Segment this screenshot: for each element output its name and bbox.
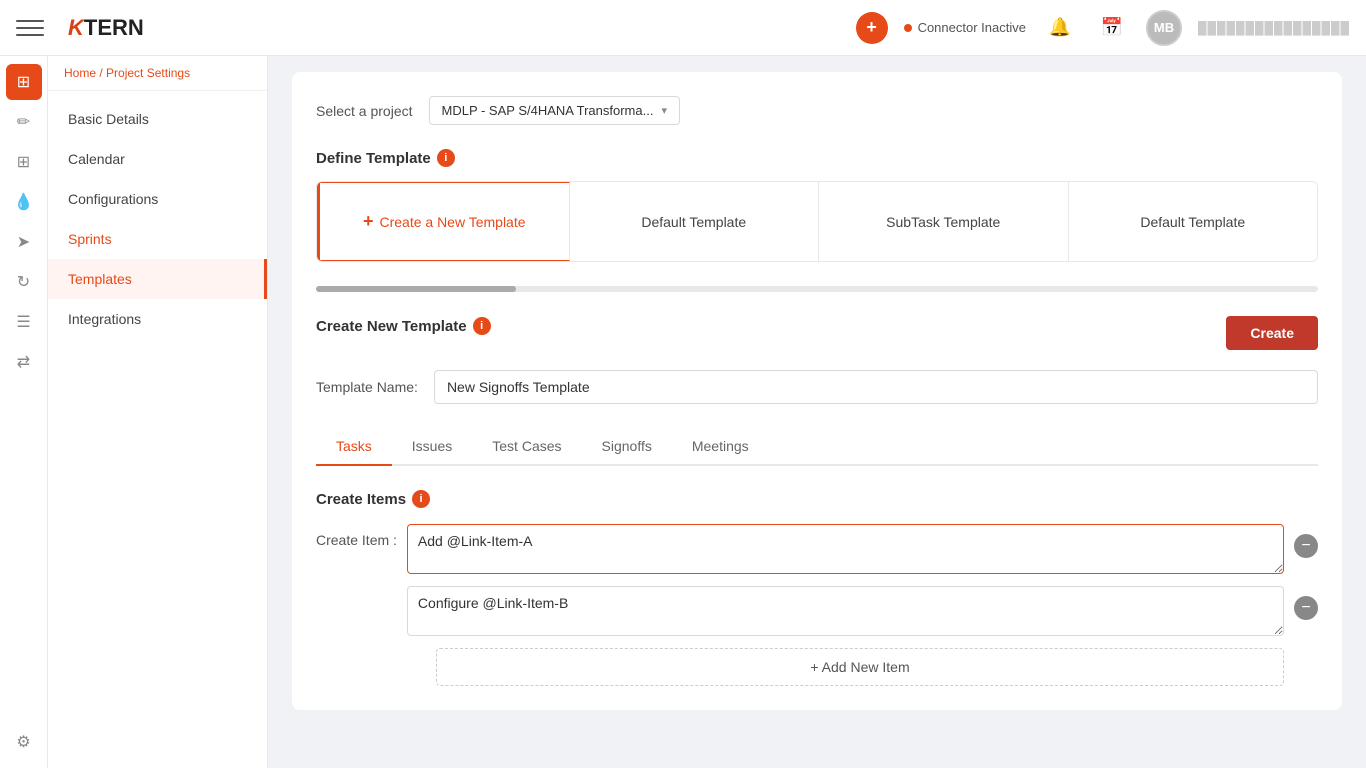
icon-bar-share[interactable]: ⇄ (6, 344, 42, 380)
tab-issues[interactable]: Issues (392, 428, 472, 466)
tab-signoffs[interactable]: Signoffs (582, 428, 672, 466)
icon-bar-grid[interactable]: ⊞ (6, 144, 42, 180)
user-masked-text: ████████████████ (1198, 21, 1350, 35)
select-project-label: Select a project (316, 103, 413, 119)
create-items-info-icon: i (412, 490, 430, 508)
logo-tern: TERN (84, 15, 144, 41)
create-template-info-icon: i (473, 317, 491, 335)
connector-status: Connector Inactive (904, 20, 1026, 35)
create-new-template-title: Create New Template i (316, 317, 491, 335)
tab-test-cases[interactable]: Test Cases (472, 428, 581, 466)
create-item-input-2[interactable] (407, 586, 1284, 636)
select-project-row: Select a project MDLP - SAP S/4HANA Tran… (316, 96, 1318, 125)
sidebar-item-integrations[interactable]: Integrations (48, 299, 267, 339)
app-logo: K TERN (68, 15, 144, 41)
plus-icon: + (363, 211, 374, 232)
create-template-header: Create New Template i Create (316, 316, 1318, 350)
template-card-default-2[interactable]: Default Template (1069, 182, 1318, 261)
sidebar-nav: Basic Details Calendar Configurations Sp… (48, 91, 267, 768)
connector-dot (904, 24, 912, 32)
icon-bar-drop[interactable]: 💧 (6, 184, 42, 220)
define-template-title: Define Template i (316, 149, 1318, 167)
calendar-icon[interactable]: 📅 (1094, 10, 1130, 46)
icon-bar: ⊞ ✏ ⊞ 💧 ➤ ↻ ☰ ⇄ ⚙ (0, 56, 48, 768)
template-name-label: Template Name: (316, 379, 418, 395)
template-card-create-new[interactable]: + Create a New Template (317, 182, 570, 261)
scroll-indicator (316, 286, 1318, 292)
app-header: K TERN + Connector Inactive 🔔 📅 MB █████… (0, 0, 1366, 56)
tab-tasks[interactable]: Tasks (316, 428, 392, 466)
icon-bar-edit[interactable]: ✏ (6, 104, 42, 140)
template-card-default-1[interactable]: Default Template (570, 182, 820, 261)
icon-bar-refresh[interactable]: ↻ (6, 264, 42, 300)
template-card-subtask[interactable]: SubTask Template (819, 182, 1069, 261)
template-cards: + Create a New Template Default Template… (316, 181, 1318, 262)
sidebar-item-templates[interactable]: Templates (48, 259, 267, 299)
breadcrumb-current: Project Settings (106, 66, 190, 80)
remove-item-2-button[interactable]: − (1294, 596, 1318, 620)
sidebar-item-basic-details[interactable]: Basic Details (48, 99, 267, 139)
add-new-item-button[interactable]: + Add New Item (436, 648, 1284, 686)
create-item-label: Create Item : (316, 524, 397, 548)
breadcrumb-home[interactable]: Home (64, 66, 96, 80)
main-layout: ⊞ ✏ ⊞ 💧 ➤ ↻ ☰ ⇄ ⚙ Home / Project Setting… (0, 56, 1366, 768)
breadcrumb-separator: / (99, 66, 102, 80)
icon-bar-list[interactable]: ☰ (6, 304, 42, 340)
project-dropdown[interactable]: MDLP - SAP S/4HANA Transforma... ▾ (429, 96, 680, 125)
template-name-row: Template Name: (316, 370, 1318, 404)
menu-icon[interactable] (16, 14, 44, 42)
create-new-template-label: + Create a New Template (363, 211, 526, 232)
sidebar: Home / Project Settings Basic Details Ca… (48, 56, 268, 768)
notification-icon[interactable]: 🔔 (1042, 10, 1078, 46)
icon-bar-settings[interactable]: ⚙ (6, 724, 42, 760)
logo-k: K (68, 15, 84, 41)
sidebar-item-sprints[interactable]: Sprints (48, 219, 267, 259)
define-template-info-icon: i (437, 149, 455, 167)
template-cards-wrapper: + Create a New Template Default Template… (316, 181, 1318, 262)
breadcrumb: Home / Project Settings (48, 56, 267, 91)
create-items-title: Create Items i (316, 490, 1318, 508)
icon-bar-send[interactable]: ➤ (6, 224, 42, 260)
global-add-button[interactable]: + (856, 12, 888, 44)
icon-bar-home[interactable]: ⊞ (6, 64, 42, 100)
tab-meetings[interactable]: Meetings (672, 428, 769, 466)
create-button[interactable]: Create (1226, 316, 1318, 350)
create-item-input-1[interactable] (407, 524, 1284, 574)
remove-item-1-button[interactable]: − (1294, 534, 1318, 558)
scroll-thumb (316, 286, 516, 292)
avatar[interactable]: MB (1146, 10, 1182, 46)
tab-bar: Tasks Issues Test Cases Signoffs Meeting… (316, 428, 1318, 466)
sidebar-item-calendar[interactable]: Calendar (48, 139, 267, 179)
project-dropdown-value: MDLP - SAP S/4HANA Transforma... (442, 103, 654, 118)
template-name-input[interactable] (434, 370, 1318, 404)
sidebar-item-configurations[interactable]: Configurations (48, 179, 267, 219)
content-card: Select a project MDLP - SAP S/4HANA Tran… (292, 72, 1342, 710)
main-content: Select a project MDLP - SAP S/4HANA Tran… (268, 56, 1366, 768)
create-item-row-1: Create Item : − (316, 524, 1318, 574)
create-item-row-2: Create Item : − (316, 586, 1318, 636)
chevron-down-icon: ▾ (661, 104, 667, 117)
